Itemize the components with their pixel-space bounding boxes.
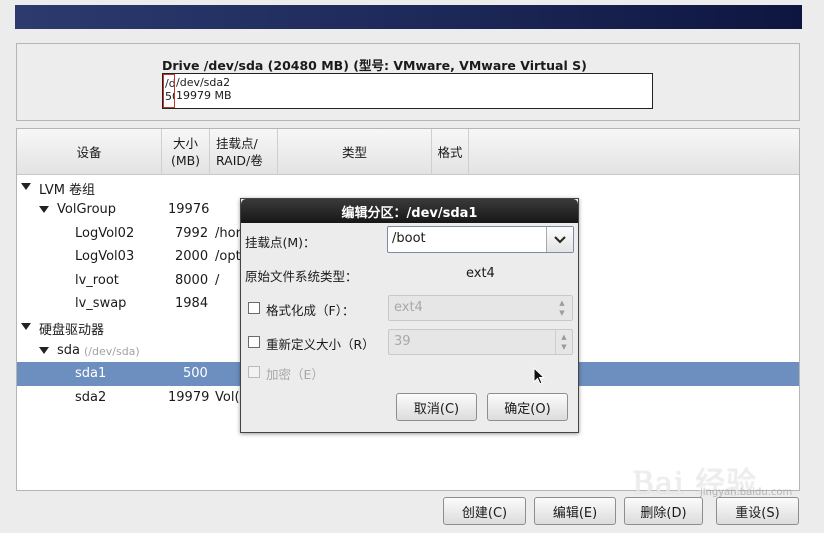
- row-device: LogVol03: [75, 249, 135, 265]
- format-label: 格式化成（F）：: [266, 303, 355, 318]
- row-size: 8000: [175, 272, 209, 288]
- drive-panel: Drive /dev/sda (20480 MB) (型号: VMware, V…: [16, 43, 800, 121]
- format-fs-select[interactable]: ext4 ▲ ▼: [388, 295, 573, 321]
- row-device: sda: [57, 342, 80, 358]
- row-mount: /: [215, 272, 220, 288]
- row-device: LogVol02: [75, 225, 135, 241]
- mouse-cursor-icon: [533, 367, 545, 385]
- row-device: sda1: [75, 366, 107, 382]
- segment-size: 19979 MB: [176, 89, 232, 102]
- encrypt-checkbox[interactable]: [248, 366, 260, 378]
- delete-button[interactable]: 删除(D): [624, 497, 703, 525]
- partition-segment-sda2[interactable]: /dev/sda2 19979 MB: [175, 74, 375, 108]
- row-mount: /opt: [215, 249, 241, 265]
- row-device: 硬盘驱动器: [39, 323, 105, 339]
- format-checkbox[interactable]: [248, 302, 260, 314]
- row-size: 500: [183, 366, 208, 382]
- expand-triangle-icon[interactable]: [21, 183, 31, 190]
- expand-triangle-icon[interactable]: [39, 346, 49, 354]
- format-fs-value: ext4: [394, 300, 423, 315]
- row-device: sda2: [75, 389, 107, 405]
- row-device: VolGroup: [57, 202, 117, 218]
- drive-title: Drive /dev/sda (20480 MB) (型号: VMware, V…: [162, 58, 587, 73]
- resize-value: 39: [394, 334, 411, 349]
- resize-label: 重新定义大小（R）: [266, 337, 375, 352]
- mount-point-value[interactable]: /boot: [392, 231, 426, 246]
- ok-button[interactable]: 确定(O): [487, 393, 568, 421]
- expand-triangle-icon[interactable]: [21, 323, 31, 331]
- row-size: 19979: [168, 389, 210, 405]
- table-header: 设备 大小 (MB) 挂载点/ RAID/卷 类型 格式: [17, 129, 799, 175]
- row-size: 7992: [175, 225, 209, 241]
- partition-segment-sda1[interactable]: /d 50: [163, 74, 175, 108]
- header-banner: [15, 5, 802, 29]
- column-mount[interactable]: 挂载点/ RAID/卷: [210, 129, 278, 175]
- row-device: lv_root: [75, 272, 119, 288]
- segment-label: /d: [165, 77, 175, 90]
- segment-size: 50: [165, 90, 174, 103]
- fs-type-label: 原始文件系统类型：: [245, 269, 358, 284]
- cancel-button[interactable]: 取消(C): [396, 393, 477, 421]
- expand-triangle-icon[interactable]: [39, 206, 49, 214]
- row-size: 19976: [168, 202, 210, 218]
- drive-partition-bar: /d 50 /dev/sda2 19979 MB: [162, 73, 653, 109]
- edit-button[interactable]: 编辑(E): [534, 497, 616, 525]
- column-device[interactable]: 设备: [17, 129, 162, 175]
- table-row[interactable]: LVM 卷组: [17, 175, 799, 198]
- column-size[interactable]: 大小 (MB): [162, 129, 210, 175]
- resize-checkbox[interactable]: [248, 336, 260, 348]
- segment-label: /dev/sda2: [176, 76, 231, 89]
- row-size: 2000: [175, 249, 209, 265]
- reset-button[interactable]: 重设(S): [716, 497, 799, 525]
- updown-icon: ▲ ▼: [559, 299, 565, 317]
- create-button[interactable]: 创建(C): [443, 497, 526, 525]
- row-size: 1984: [175, 295, 209, 311]
- resize-spinbox[interactable]: 39 ▲ ▼: [388, 329, 573, 355]
- encrypt-label: 加密（E）: [266, 367, 324, 382]
- row-mount: Vol(: [215, 389, 240, 405]
- fs-type-value: ext4: [466, 266, 495, 281]
- column-type[interactable]: 类型: [278, 129, 432, 175]
- row-device-path: (/dev/sda): [84, 344, 140, 358]
- row-mount: /hor: [215, 225, 241, 241]
- chevron-down-icon[interactable]: [546, 227, 573, 252]
- mount-point-label: 挂载点(M)：: [245, 235, 316, 250]
- row-device: lv_swap: [75, 295, 127, 311]
- row-device: LVM 卷组: [39, 183, 96, 198]
- column-format[interactable]: 格式: [432, 129, 469, 175]
- spinner-arrows-icon[interactable]: ▲ ▼: [555, 330, 572, 354]
- edit-partition-dialog: 编辑分区：/dev/sda1 挂载点(M)： /boot 原始文件系统类型： e…: [240, 198, 579, 433]
- dialog-title: 编辑分区：/dev/sda1: [241, 199, 578, 223]
- mount-point-combo[interactable]: /boot: [387, 226, 574, 253]
